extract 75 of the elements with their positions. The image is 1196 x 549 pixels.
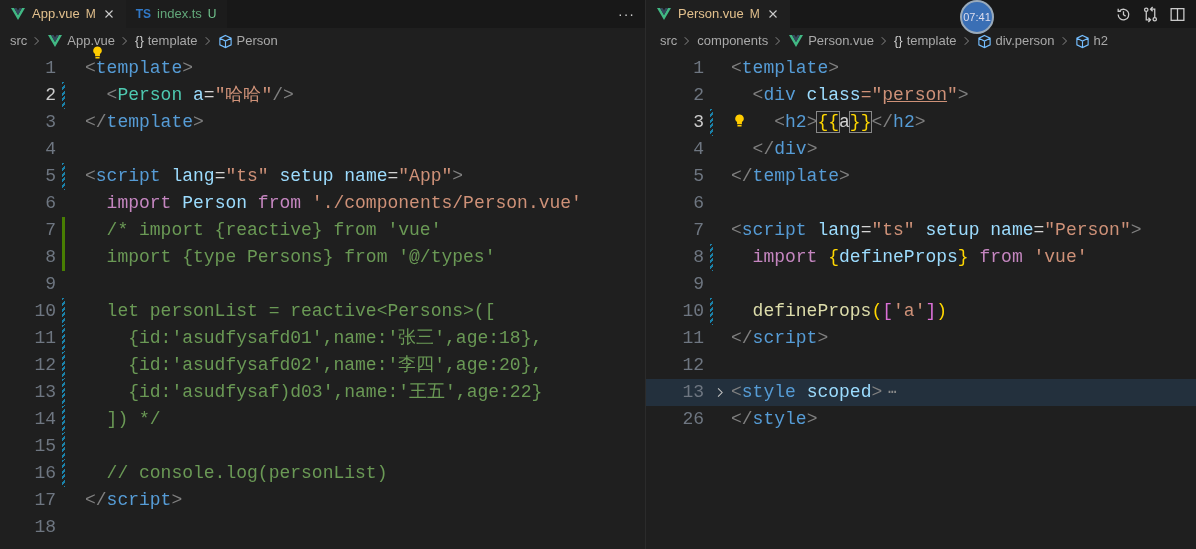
line-number: 10 [33,300,56,323]
line-number: 4 [692,138,704,161]
code-line: ]) */ [105,408,161,431]
code-line: </style> [731,408,818,431]
code-line: <div class="person"> [751,84,969,107]
code-line: </script> [731,327,829,350]
line-number: 15 [33,435,56,458]
line-number: 8 [692,246,704,269]
line-number: 13 [681,381,704,404]
line-number: 9 [692,273,704,296]
line-number: 11 [33,327,56,350]
line-number: 7 [44,219,56,242]
code-line: <h2>{{a}}</h2> [773,111,926,134]
line-number: 17 [33,489,56,512]
code-line: <template> [731,57,840,80]
braces-icon: {} [893,31,903,51]
editor-tab[interactable]: TS index.ts U [125,0,227,28]
line-number: 8 [44,246,56,269]
more-actions-button[interactable]: ··· [618,3,635,25]
line-number: 7 [692,219,704,242]
line-number: 6 [692,192,704,215]
braces-icon: {} [135,31,144,51]
line-number: 5 [692,165,704,188]
code-line: <style scoped> [731,381,883,404]
breadcrumb-item[interactable]: Person [236,31,278,51]
code-line: {id:'asudfysaf)d03',name:'王五',age:22} [127,381,543,404]
code-line: // console.log(personList) [105,462,388,485]
line-number: 3 [692,111,704,134]
line-number: 1 [692,57,704,80]
line-number: 9 [44,273,56,296]
code-line: </template> [731,165,850,188]
breadcrumb-item[interactable]: App.vue [67,31,116,51]
breadcrumb-item[interactable]: components [697,31,769,51]
line-number: 5 [44,165,56,188]
line-number: 1 [44,57,56,80]
breadcrumb-item[interactable]: div.person [995,31,1055,51]
line-number: 12 [33,354,56,377]
code-line: defineProps(['a']) [751,300,948,323]
breadcrumb-item[interactable]: src [10,31,28,51]
editor-tab[interactable]: App.vue M [0,0,126,28]
code-line: <template> [85,57,194,80]
line-number: 2 [692,84,704,107]
code-line: </div> [751,138,818,161]
line-number: 12 [681,354,704,377]
code-line: <script lang="ts" setup name="Person"> [731,219,1142,242]
line-number: 18 [33,516,56,539]
line-number: 10 [681,300,704,323]
code-line: import {defineProps} from 'vue' [751,246,1088,269]
code-line: {id:'asudfysafd01',name:'张三',age:18}, [127,327,543,350]
code-line: <script lang="ts" setup name="App"> [85,165,464,188]
breadcrumb-item[interactable]: h2 [1093,31,1108,51]
line-number: 26 [681,408,704,431]
code-line: import Person from './components/Person.vue' [105,192,582,215]
line-number: 13 [33,381,56,404]
folded-ellipsis[interactable]: ⋯ [888,382,897,403]
code-line: {id:'asudfysafd02',name:'李四',age:20}, [127,354,543,377]
line-number: 3 [44,111,56,134]
code-line: let personList = reactive<Persons>([ [105,300,496,323]
code-line: /* import {reactive} from 'vue' [105,219,442,242]
breadcrumb-item[interactable]: template [147,31,198,51]
code-line: </template> [85,111,204,134]
line-number: 4 [44,138,56,161]
line-number: 6 [44,192,56,215]
typescript-icon: TS [135,5,152,23]
line-number: 14 [33,408,56,431]
editor-tab[interactable]: Person.vue M [646,0,790,28]
line-number: 2 [44,84,56,107]
code-line: <Person a="哈哈"/> [105,84,294,107]
line-number: 11 [681,327,704,350]
line-number: 16 [33,462,56,485]
breadcrumb-item[interactable]: Person.vue [808,31,874,51]
code-line: </script> [85,489,183,512]
code-line: import {type Persons} from '@/types' [105,246,496,269]
breadcrumb-item[interactable]: template [906,31,957,51]
breadcrumb-item[interactable]: src [660,31,678,51]
